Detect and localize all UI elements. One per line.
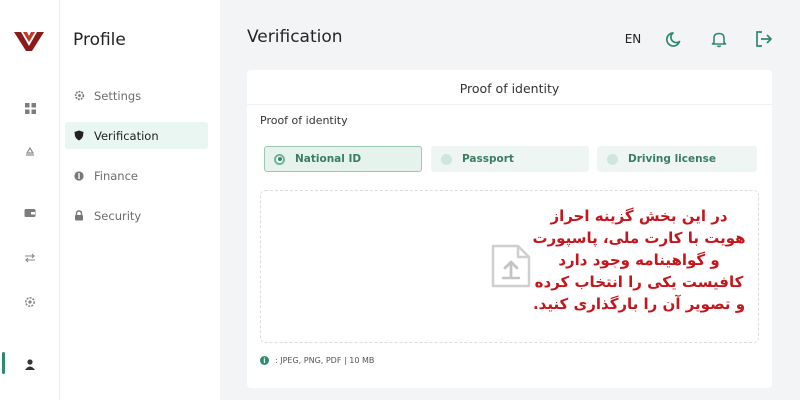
verification-card: Proof of identity Proof of identity Nati…	[247, 70, 772, 388]
coin-icon	[73, 170, 85, 182]
sidebar-item-label: Security	[94, 208, 142, 223]
option-national-id[interactable]: National ID	[264, 146, 422, 172]
sidebar-item-verification[interactable]: Verification	[65, 122, 208, 149]
upload-dropzone[interactable]: در این بخش گزینه احراز هویت با کارت ملی،…	[260, 190, 759, 343]
dashboard-icon[interactable]	[22, 100, 38, 116]
option-driving-license[interactable]: Driving license	[597, 146, 757, 172]
sidebar-item-label: Settings	[94, 88, 142, 103]
profile-sidebar: Profile Settings Verification Finance Se…	[60, 0, 220, 400]
instruction-note: در این بخش گزینه احراز هویت با کارت ملی،…	[532, 207, 746, 313]
option-label: Passport	[462, 153, 514, 165]
logout-icon[interactable]	[752, 28, 776, 50]
bell-icon[interactable]	[708, 28, 730, 50]
sidebar-item-security[interactable]: Security	[65, 202, 208, 229]
moon-icon[interactable]	[664, 28, 686, 50]
settings-icon[interactable]	[22, 294, 38, 310]
shield-icon	[73, 130, 85, 142]
icon-rail	[0, 0, 60, 400]
option-passport[interactable]: Passport	[431, 146, 589, 172]
wallet-icon[interactable]	[22, 205, 38, 221]
section-label: Proof of identity	[260, 114, 348, 127]
exchange-icon[interactable]	[22, 250, 38, 266]
file-upload-icon	[491, 244, 531, 288]
page-title: Verification	[247, 27, 343, 47]
card-title: Proof of identity	[459, 81, 560, 96]
radio-unchecked-icon	[607, 153, 618, 165]
file-requirements-text: : JPEG, PNG, PDF | 10 MB	[275, 356, 375, 365]
option-label: Driving license	[628, 153, 716, 165]
radio-unchecked-icon	[441, 153, 452, 165]
sidebar-item-label: Finance	[94, 168, 138, 183]
radio-checked-icon	[274, 153, 285, 165]
brand-logo[interactable]	[14, 30, 44, 52]
rail-active-indicator	[2, 352, 5, 374]
sidebar-title: Profile	[73, 30, 126, 50]
sidebar-item-finance[interactable]: Finance	[65, 162, 208, 189]
lock-icon	[73, 210, 85, 222]
recycle-icon[interactable]	[22, 145, 38, 161]
language-selector[interactable]: EN	[620, 28, 646, 50]
gear-icon	[73, 90, 85, 102]
info-icon: i	[260, 356, 269, 365]
sidebar-item-label: Verification	[94, 128, 159, 143]
divider	[247, 104, 772, 105]
file-requirements: i : JPEG, PNG, PDF | 10 MB	[260, 356, 374, 365]
sidebar-item-settings[interactable]: Settings	[65, 82, 208, 109]
option-label: National ID	[295, 153, 362, 165]
user-icon[interactable]	[22, 356, 38, 372]
